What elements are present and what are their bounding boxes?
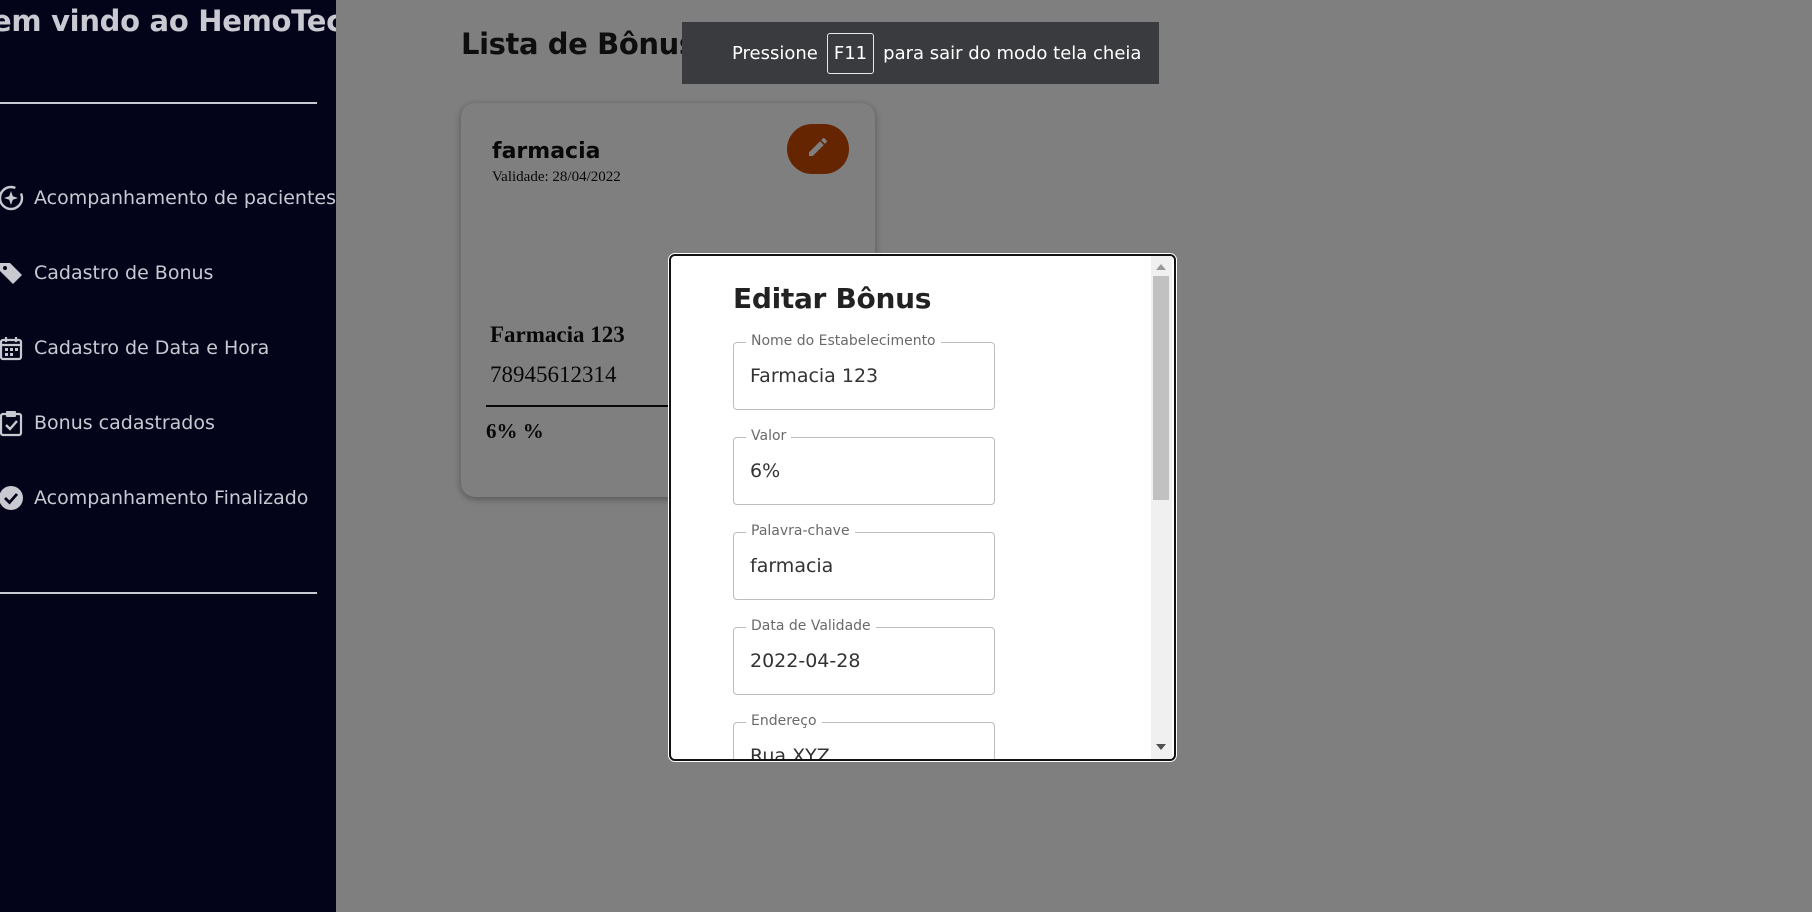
scrollbar-thumb[interactable]	[1153, 276, 1169, 500]
value-field[interactable]: Valor 6%	[733, 428, 995, 505]
sidebar-item-acompanhamento-finalizado[interactable]: Acompanhamento Finalizado	[0, 478, 308, 518]
dialog-title: Editar Bônus	[733, 282, 932, 315]
toast-text-after: para sair do modo tela cheia	[883, 42, 1142, 64]
address-field[interactable]: Endereço Rua XYZ	[733, 713, 995, 759]
field-value[interactable]: 2022-04-28	[750, 650, 860, 672]
field-label: Data de Validade	[746, 618, 876, 634]
field-value[interactable]: Farmacia 123	[750, 365, 878, 387]
sidebar-item-label: Cadastro de Bonus	[34, 262, 214, 284]
sidebar-item-acompanhamento-pacientes[interactable]: Acompanhamento de pacientes	[0, 178, 336, 218]
field-label: Palavra-chave	[746, 523, 855, 539]
sidebar-item-label: Cadastro de Data e Hora	[34, 337, 270, 359]
field-value[interactable]: 6%	[750, 460, 780, 482]
sidebar: em vindo ao HemoTech Acompanhamento de p…	[0, 0, 336, 912]
dialog-scrollbar[interactable]	[1151, 256, 1172, 759]
welcome-text: em vindo ao HemoTech	[0, 4, 336, 38]
field-label: Nome do Estabelecimento	[746, 333, 941, 349]
sidebar-divider-top	[0, 102, 317, 104]
patient-tracking-icon	[0, 183, 26, 213]
sidebar-item-label: Bonus cadastrados	[34, 412, 215, 434]
sidebar-item-bonus-cadastrados[interactable]: Bonus cadastrados	[0, 403, 215, 443]
scroll-down-arrow-icon[interactable]	[1156, 744, 1166, 750]
sidebar-item-label: Acompanhamento de pacientes	[34, 187, 336, 209]
calendar-icon	[0, 333, 26, 363]
establishment-name-field[interactable]: Nome do Estabelecimento Farmacia 123	[733, 333, 995, 410]
clipboard-check-icon	[0, 408, 26, 438]
scroll-up-arrow-icon[interactable]	[1156, 264, 1166, 270]
field-value[interactable]: Rua XYZ	[750, 745, 830, 759]
field-value[interactable]: farmacia	[750, 555, 833, 577]
sidebar-item-label: Acompanhamento Finalizado	[34, 487, 309, 509]
dialog-content: Editar Bônus Nome do Estabelecimento Far…	[671, 256, 1151, 759]
tag-icon	[0, 258, 26, 288]
toast-text-before: Pressione	[732, 42, 818, 64]
field-label: Valor	[746, 428, 792, 444]
fullscreen-toast: Pressione F11 para sair do modo tela che…	[682, 22, 1159, 84]
sidebar-divider-bottom	[0, 592, 317, 594]
welcome-title: em vindo ao HemoTech	[0, 4, 336, 38]
toast-key: F11	[826, 32, 875, 74]
expiry-date-field[interactable]: Data de Validade 2022-04-28	[733, 618, 995, 695]
keyword-field[interactable]: Palavra-chave farmacia	[733, 523, 995, 600]
field-label: Endereço	[746, 713, 822, 729]
check-circle-icon	[0, 483, 26, 513]
sidebar-item-cadastro-data-hora[interactable]: Cadastro de Data e Hora	[0, 328, 269, 368]
sidebar-item-cadastro-bonus[interactable]: Cadastro de Bonus	[0, 253, 213, 293]
edit-bonus-dialog: Editar Bônus Nome do Estabelecimento Far…	[669, 254, 1176, 761]
